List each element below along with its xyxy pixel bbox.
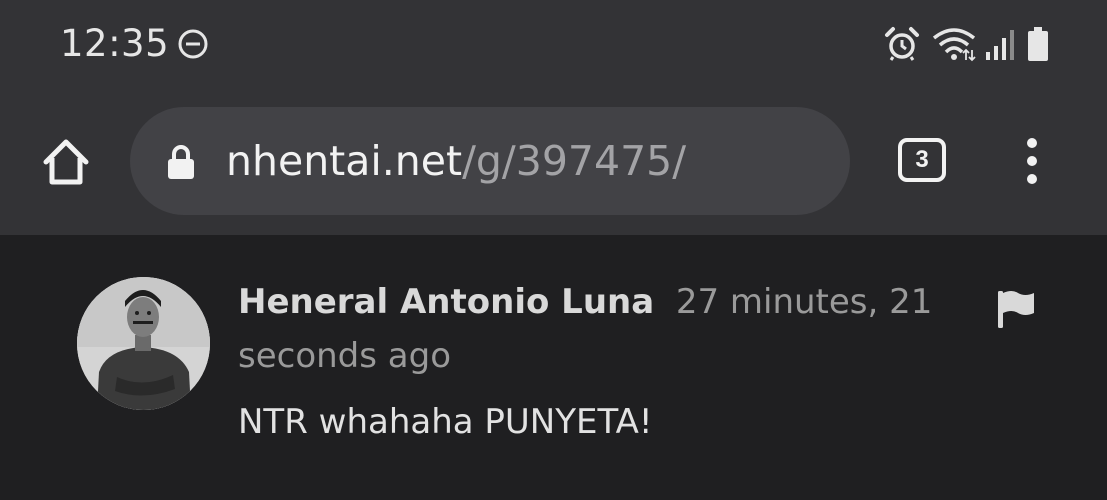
url-path: /g/397475/ xyxy=(462,137,687,185)
tab-count: 3 xyxy=(915,146,929,173)
battery-icon xyxy=(1028,27,1048,61)
more-options-icon[interactable] xyxy=(1014,136,1050,186)
comment-body: NTR whahaha PUNYETA! xyxy=(238,402,653,442)
url-domain: nhentai.net xyxy=(226,137,463,185)
comment-header: Heneral Antonio Luna 27 minutes, 21 seco… xyxy=(238,275,958,383)
comment-author[interactable]: Heneral Antonio Luna xyxy=(238,282,654,322)
status-time: 12:35 xyxy=(60,22,170,65)
home-icon xyxy=(43,139,89,185)
comment-section: Heneral Antonio Luna 27 minutes, 21 seco… xyxy=(0,235,1107,500)
browser-toolbar: nhentai.net/g/397475/ 3 xyxy=(0,92,1107,235)
status-bar: 12:35 xyxy=(0,0,1107,92)
wifi-icon xyxy=(932,28,976,62)
address-bar[interactable]: nhentai.net/g/397475/ xyxy=(130,107,850,215)
avatar[interactable] xyxy=(77,277,210,410)
tab-switcher-button[interactable]: 3 xyxy=(898,138,946,182)
avatar-portrait xyxy=(77,277,210,410)
signal-icon xyxy=(986,30,1014,60)
flag-icon[interactable] xyxy=(996,289,1036,329)
url-text[interactable]: nhentai.net/g/397475/ xyxy=(226,137,686,185)
do-not-disturb-icon xyxy=(178,29,208,59)
alarm-icon xyxy=(885,27,919,61)
lock-icon[interactable] xyxy=(166,143,196,181)
home-button[interactable] xyxy=(38,134,94,190)
